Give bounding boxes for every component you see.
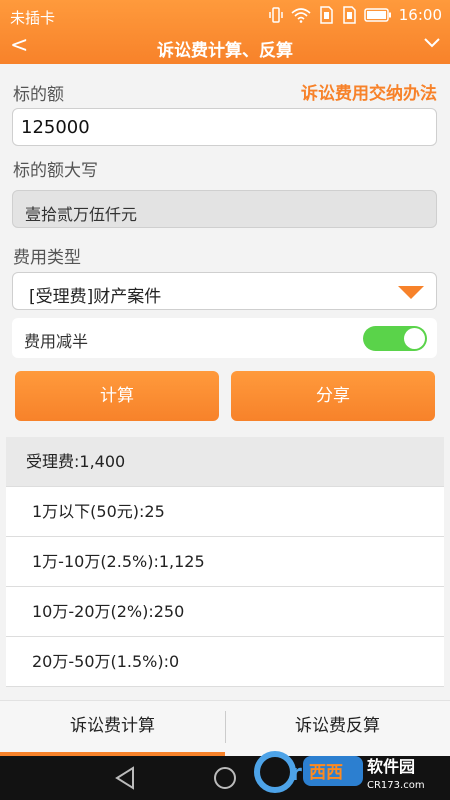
half-fee-row: 费用减半	[12, 318, 437, 358]
svg-text:软件园: 软件园	[367, 757, 415, 776]
list-item: 20万-50万(1.5%):0	[6, 637, 444, 687]
uppercase-value: 壹拾贰万伍仟元	[25, 205, 138, 224]
dropdown-arrow-icon[interactable]	[398, 286, 424, 299]
calculate-button[interactable]: 计算	[15, 371, 219, 421]
title-bar: < 诉讼费计算、反算	[0, 32, 450, 64]
tab-calculate[interactable]: 诉讼费计算	[0, 701, 225, 757]
nav-home-icon[interactable]	[213, 766, 237, 790]
half-fee-toggle[interactable]	[363, 326, 427, 351]
amount-input[interactable]	[13, 109, 436, 145]
amount-label: 标的额	[13, 85, 64, 105]
list-item: 10万-20万(2%):250	[6, 587, 444, 637]
chevron-down-icon[interactable]	[424, 38, 440, 48]
sim-icon-2	[343, 6, 356, 24]
fee-type-value: [受理费]财产案件	[29, 287, 162, 307]
result-total: 受理费:1,400	[6, 437, 444, 487]
status-bar: 未插卡 16:00	[0, 0, 450, 32]
uppercase-label: 标的额大写	[13, 161, 98, 181]
nav-back-icon[interactable]	[114, 766, 136, 790]
svg-text:r: r	[291, 761, 302, 786]
half-fee-label: 费用减半	[24, 332, 89, 351]
page-title: 诉讼费计算、反算	[157, 41, 293, 61]
svg-text:CR173.com: CR173.com	[367, 780, 425, 791]
list-item: 1万以下(50元):25	[6, 487, 444, 537]
wifi-icon	[291, 8, 311, 23]
fee-type-label: 费用类型	[13, 248, 81, 268]
amount-field[interactable]	[12, 108, 437, 146]
vibrate-icon	[269, 7, 283, 23]
fee-rules-link[interactable]: 诉讼费用交纳办法	[301, 79, 437, 104]
uppercase-field: 壹拾贰万伍仟元	[12, 190, 437, 228]
clock: 16:00	[398, 6, 442, 24]
watermark-logo: r 西西 软件园 CR173.com	[254, 751, 425, 793]
toggle-knob	[404, 328, 425, 349]
list-item: 1万-10万(2.5%):1,125	[6, 537, 444, 587]
share-button[interactable]: 分享	[231, 371, 435, 421]
results-list: 受理费:1,400 1万以下(50元):25 1万-10万(2.5%):1,12…	[6, 437, 444, 687]
battery-icon	[364, 8, 391, 22]
svg-text:西西: 西西	[309, 763, 343, 783]
sim-icon-1	[320, 6, 333, 24]
fee-type-select[interactable]: [受理费]财产案件	[12, 272, 437, 310]
app-header: 未插卡 16:00 < 诉讼费计算、反算	[0, 0, 450, 64]
carrier-text: 未插卡	[10, 9, 56, 27]
status-icons: 16:00	[268, 6, 442, 24]
